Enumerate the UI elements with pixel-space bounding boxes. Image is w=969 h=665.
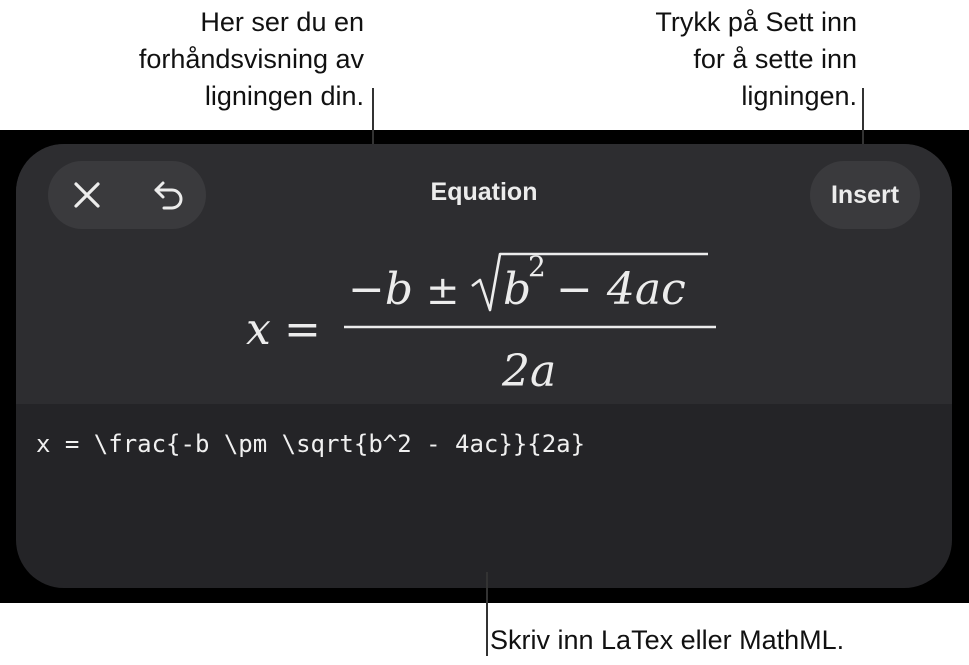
callout-line-3: ligningen.: [741, 81, 857, 111]
equation-editor-panel: Equation Insert x = −b ± b 2 − 4ac 2a x …: [16, 144, 952, 588]
callout-preview-text: Her ser du en forhåndsvisning av ligning…: [44, 4, 364, 115]
callout-line-3: ligningen din.: [204, 81, 364, 111]
callout-input-text: Skriv inn LaTex eller MathML.: [490, 625, 845, 655]
latex-input-field[interactable]: x = \frac{-b \pm \sqrt{b^2 - 4ac}}{2a}: [36, 430, 916, 458]
eq-plus-minus: ±: [426, 268, 460, 314]
eq-equals: =: [284, 304, 321, 355]
insert-button[interactable]: Insert: [810, 161, 920, 229]
equation-preview: x = −b ± b 2 − 4ac 2a: [246, 250, 716, 397]
callout-line-2: forhåndsvisning av: [138, 44, 364, 74]
callout-insert-text: Trykk på Sett inn for å sette inn lignin…: [537, 4, 857, 115]
callout-line-2: for å sette inn: [693, 44, 857, 74]
callout-line-1: Her ser du en: [200, 7, 364, 37]
preview-area: Equation Insert x = −b ± b 2 − 4ac 2a: [16, 144, 952, 404]
eq-radicand-b: b: [503, 264, 531, 315]
callout-leader-input: [486, 572, 488, 656]
callout-line-1: Trykk på Sett inn: [655, 7, 857, 37]
eq-lhs: x: [246, 304, 271, 355]
eq-radicand-rest: − 4ac: [556, 264, 686, 315]
eq-numerator-minus-b: −b: [348, 264, 413, 315]
eq-denominator: 2a: [501, 346, 556, 397]
